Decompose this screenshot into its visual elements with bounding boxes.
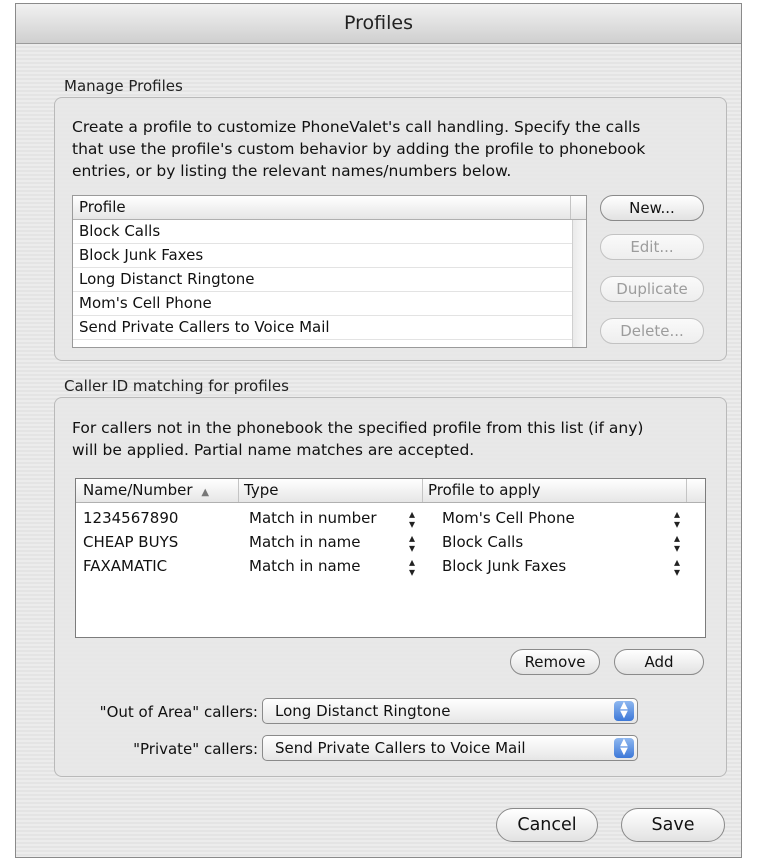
out-of-area-popup[interactable]: Long Distanct Ringtone ▲ ▼ xyxy=(262,698,638,724)
callerid-table[interactable]: Name/Number ▲ Type Profile to apply 1234… xyxy=(75,478,706,638)
new-profile-button[interactable]: New... xyxy=(600,195,704,221)
profile-name: Send Private Callers to Voice Mail xyxy=(79,318,330,336)
profile-column-header[interactable]: Profile xyxy=(79,196,126,219)
save-button[interactable]: Save xyxy=(621,808,725,842)
profile-stepper-icon[interactable]: ▴ ▾ xyxy=(672,532,682,554)
remove-button[interactable]: Remove xyxy=(510,649,600,675)
profile-name: Block Junk Faxes xyxy=(79,246,204,264)
list-item[interactable]: Block Junk Faxes xyxy=(73,244,586,268)
manage-description-line: Create a profile to customize PhoneValet… xyxy=(72,118,641,136)
match-type-stepper-icon[interactable]: ▴ ▾ xyxy=(407,508,417,530)
name-number-header-label: Name/Number xyxy=(83,481,193,499)
callerid-table-header: Name/Number ▲ Type Profile to apply xyxy=(76,479,705,503)
add-button[interactable]: Add xyxy=(614,649,704,675)
profile-popup[interactable]: Mom's Cell Phone xyxy=(442,507,575,530)
manage-profiles-label: Manage Profiles xyxy=(64,77,183,95)
match-type-stepper-icon[interactable]: ▴ ▾ xyxy=(407,532,417,554)
profiles-list[interactable]: Profile Block Calls Block Junk Faxes Lon… xyxy=(72,195,587,348)
window-title: Profiles xyxy=(16,4,741,44)
manage-description-line: that use the profile's custom behavior b… xyxy=(72,140,646,158)
table-row[interactable]: 1234567890 Match in number ▴ ▾ Mom's Cell… xyxy=(76,507,705,531)
private-callers-popup[interactable]: Send Private Callers to Voice Mail ▲ ▼ xyxy=(262,735,638,761)
match-type-popup[interactable]: Match in number xyxy=(249,507,377,530)
table-row[interactable]: CHEAP BUYS Match in name ▴ ▾ Block Calls … xyxy=(76,531,705,555)
delete-profile-button[interactable]: Delete... xyxy=(600,318,704,344)
column-separator xyxy=(422,479,423,502)
list-item[interactable]: Send Private Callers to Voice Mail xyxy=(73,316,586,340)
callerid-description-line: will be applied. Partial name matches ar… xyxy=(72,441,475,459)
out-of-area-label: "Out of Area" callers: xyxy=(99,703,258,721)
profile-stepper-icon[interactable]: ▴ ▾ xyxy=(672,508,682,530)
type-column-header[interactable]: Type xyxy=(244,479,278,502)
profile-stepper-icon[interactable]: ▴ ▾ xyxy=(672,556,682,578)
private-callers-value: Send Private Callers to Voice Mail xyxy=(275,739,526,757)
table-row[interactable]: FAXAMATIC Match in name ▴ ▾ Block Junk Fa… xyxy=(76,555,705,579)
sort-ascending-icon: ▲ xyxy=(201,487,210,498)
profile-popup[interactable]: Block Calls xyxy=(442,531,523,554)
list-item[interactable]: Long Distanct Ringtone xyxy=(73,268,586,292)
out-of-area-value: Long Distanct Ringtone xyxy=(275,702,451,720)
list-item[interactable]: Mom's Cell Phone xyxy=(73,292,586,316)
callerid-description-line: For callers not in the phonebook the spe… xyxy=(72,419,644,437)
popup-arrows-icon: ▲ ▼ xyxy=(614,701,634,721)
profiles-list-header: Profile xyxy=(73,196,586,220)
match-type-popup[interactable]: Match in name xyxy=(249,531,361,554)
edit-profile-button[interactable]: Edit... xyxy=(600,234,704,260)
callerid-description: For callers not in the phonebook the spe… xyxy=(72,417,643,461)
name-number-cell[interactable]: 1234567890 xyxy=(83,507,178,530)
name-number-cell[interactable]: FAXAMATIC xyxy=(83,555,167,578)
profile-name: Long Distanct Ringtone xyxy=(79,270,255,288)
match-type-popup[interactable]: Match in name xyxy=(249,555,361,578)
cancel-button[interactable]: Cancel xyxy=(496,808,598,842)
profiles-window: Profiles Manage Profiles Create a profil… xyxy=(15,3,742,858)
profile-name: Mom's Cell Phone xyxy=(79,294,212,312)
profile-to-apply-column-header[interactable]: Profile to apply xyxy=(428,479,541,502)
name-number-cell[interactable]: CHEAP BUYS xyxy=(83,531,178,554)
private-callers-label: "Private" callers: xyxy=(133,740,258,758)
column-separator xyxy=(570,196,571,219)
column-separator xyxy=(686,479,687,502)
profile-name: Block Calls xyxy=(79,222,161,240)
callerid-label: Caller ID matching for profiles xyxy=(64,377,289,395)
profile-popup[interactable]: Block Junk Faxes xyxy=(442,555,566,578)
manage-profiles-description: Create a profile to customize PhoneValet… xyxy=(72,116,645,182)
manage-description-line: entries, or by listing the relevant name… xyxy=(72,162,512,180)
match-type-stepper-icon[interactable]: ▴ ▾ xyxy=(407,556,417,578)
name-number-column-header[interactable]: Name/Number ▲ xyxy=(83,479,209,502)
duplicate-profile-button[interactable]: Duplicate xyxy=(600,276,704,302)
list-item[interactable]: Block Calls xyxy=(73,220,586,244)
profiles-list-scrollbar[interactable] xyxy=(572,220,586,347)
column-separator xyxy=(238,479,239,502)
popup-arrows-icon: ▲ ▼ xyxy=(614,738,634,758)
